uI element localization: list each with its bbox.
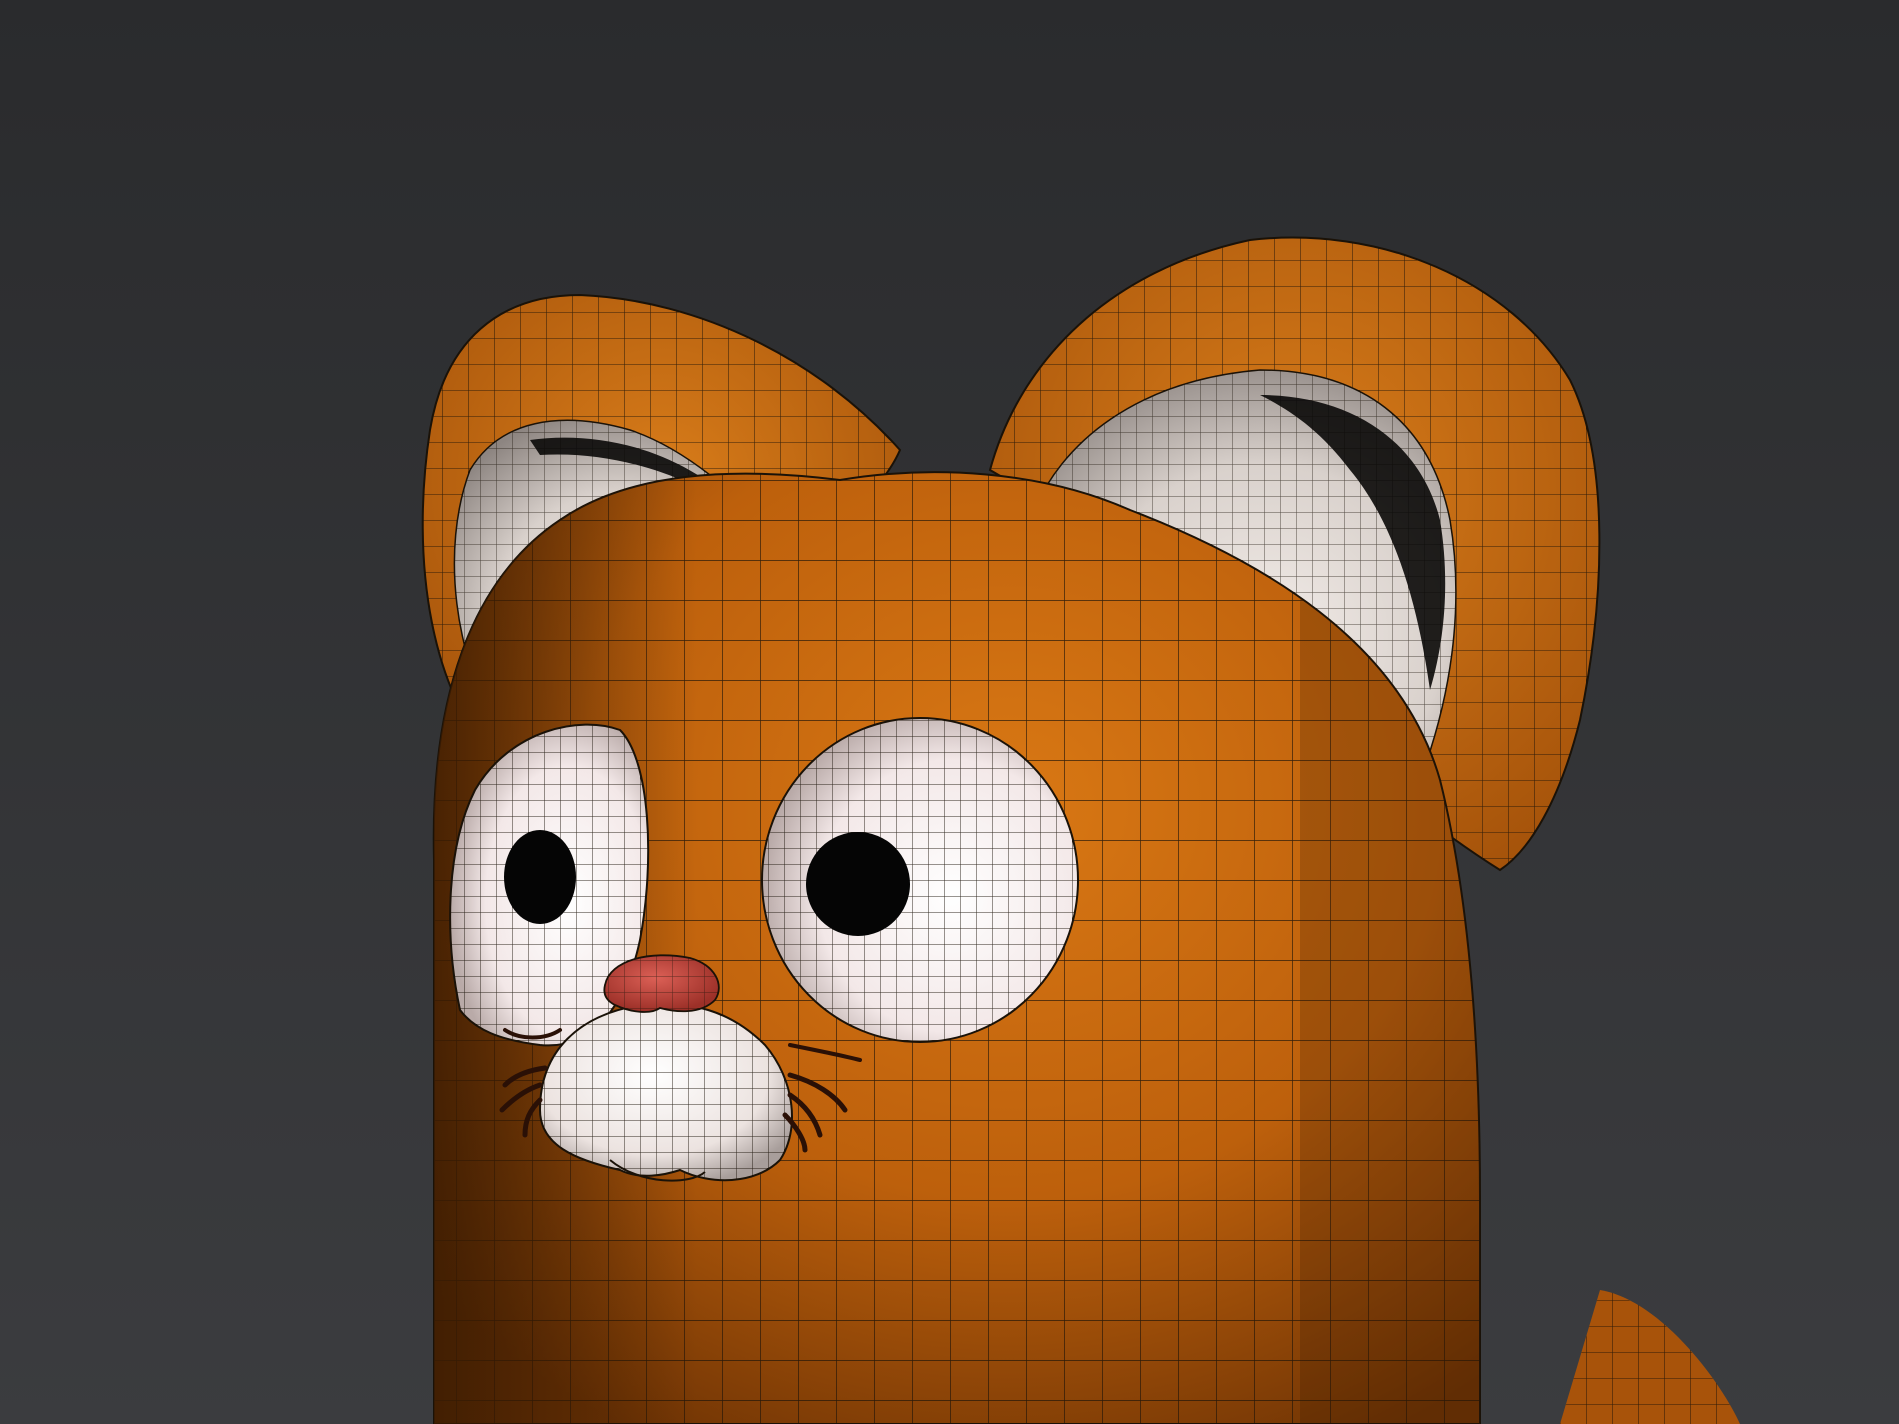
3d-viewport[interactable] xyxy=(0,0,1899,1424)
right-eye-mesh[interactable] xyxy=(761,717,1079,1043)
right-pupil xyxy=(806,832,910,936)
nose-mesh[interactable] xyxy=(603,954,720,1013)
viewport-canvas[interactable] xyxy=(0,0,1899,1424)
left-pupil xyxy=(504,830,576,924)
